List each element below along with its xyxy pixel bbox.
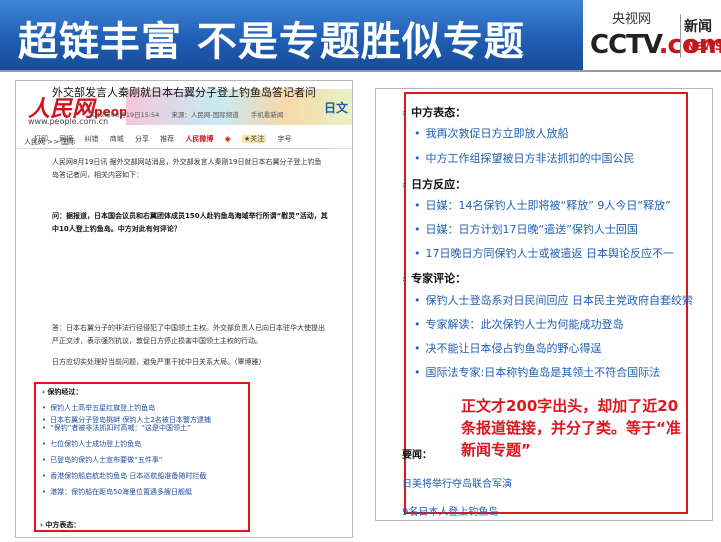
left-next-section: › 中方表态： <box>40 520 80 530</box>
section-title: 专家评论： <box>411 272 467 285</box>
list-item[interactable]: 保钓人士高举五星红旗登上钓鱼岛 <box>42 400 246 416</box>
toolbar-print[interactable]: 打印 <box>34 135 48 143</box>
toolbar-share[interactable]: 分享 <box>135 135 149 143</box>
yaowen-link[interactable]: 9名日本人登上钓鱼岛 <box>402 503 498 518</box>
article-paragraph-1: 人民网8月19日讯 据外交部网站消息，外交部发言人秦刚19日就日本右翼分子登上钓… <box>52 158 322 179</box>
right-section-title: › 中方表态： <box>402 104 466 120</box>
article-meta: 2012年08月19日15:54 来源：人民网-国际频道 手机看新闻 <box>88 109 293 119</box>
cctv-logo-xinwen: 新闻 <box>684 19 712 35</box>
toolbar-follow[interactable]: ★关注 <box>241 135 267 143</box>
toolbar-recommend[interactable]: 推荐 <box>160 135 174 143</box>
left-related-list: › 保钓经过： 保钓人士高举五星红旗登上钓鱼岛 日本右翼分子登岛挑衅 保钓人士2… <box>42 384 246 500</box>
cctv-logo-news: NEWS <box>686 40 721 53</box>
chevron-right-icon: › <box>402 180 407 191</box>
title-bar: 超链丰富 不是专题胜似专题 <box>0 0 583 70</box>
yaowen-link[interactable]: 日美将举行夺岛联合军演 <box>402 475 512 490</box>
weibo-icon[interactable]: ◉ <box>225 135 231 143</box>
right-list-item[interactable]: 我再次敦促日方立即放人放船 <box>414 125 569 141</box>
article-toolbar: 打印 网摘 纠错 商城 分享 推荐 人民微博 ◉ ★关注 字号 <box>34 134 301 144</box>
right-list-item[interactable]: 国际法专家:日本称钓鱼岛是其领土不符合国际法 <box>414 364 661 380</box>
meta-date: 2012年08月19日15:54 <box>88 111 160 119</box>
list-item[interactable]: 港媒：保钓船在距岛50海里位置遇多艘日舰艇 <box>42 484 246 500</box>
list-item[interactable]: 已登岛的保钓人士宣布要做“五件事” <box>42 452 246 468</box>
next-section-title: 中方表态： <box>45 521 81 529</box>
meta-source[interactable]: 来源：人民网-国际频道 <box>171 111 238 119</box>
list-title: 保钓经过： <box>47 388 83 396</box>
toolbar-correct[interactable]: 纠错 <box>84 135 98 143</box>
banner-text: 日文 <box>323 101 348 115</box>
right-list-item[interactable]: 决不能让日本侵占钓鱼岛的野心得逞 <box>414 340 602 356</box>
header-divider <box>0 70 721 72</box>
toolbar-fontsize[interactable]: 字号 <box>278 135 292 143</box>
section-title: 日方反应： <box>411 178 467 191</box>
right-list-item[interactable]: 保钓人士登岛系对日民间回应 日本民主党政府自套绞索 <box>414 292 694 308</box>
list-item[interactable]: 七位保钓人士成功登上钓鱼岛 <box>42 436 246 452</box>
right-section-title: › 日方反应： <box>402 176 466 192</box>
yaowen-label: 要闻： <box>402 450 432 461</box>
right-list-item[interactable]: 17日晚日方同保钓人士或被遣返 日本舆论反应不一 <box>414 245 675 261</box>
toolbar-shop[interactable]: 商城 <box>110 135 124 143</box>
slide-title: 超链丰富 不是专题胜似专题 <box>18 19 525 65</box>
right-list-item[interactable]: 专家解读：此次保钓人士为何能成功登岛 <box>414 316 624 332</box>
article-paragraph-4: 日方应切实处理好当前问题，避免严重干扰中日关系大局。（覃博雅） <box>52 358 266 366</box>
chevron-right-icon: › <box>402 108 407 119</box>
chevron-right-icon: › <box>402 274 407 285</box>
annotation-note: 正文才200字出头，却加了近20条报道链接，并分了类。等于“准新闻专题” <box>461 397 681 459</box>
meta-mobile[interactable]: 手机看新闻 <box>251 111 284 119</box>
right-section-title: › 专家评论： <box>402 270 466 286</box>
toolbar-bookmark[interactable]: 网摘 <box>59 135 73 143</box>
right-list-item[interactable]: 中方工作组探望被日方非法抓扣的中国公民 <box>414 150 635 166</box>
article-paragraph-2: 问：据报道，日本国会议员和右翼团体成员150人赴钓鱼岛海域举行所谓“慰灵”活动，… <box>52 212 328 233</box>
cctv-logo-cctv: CCTV <box>590 30 660 60</box>
cctv-logo-top: 央视网 <box>612 12 652 27</box>
article-headline: 外交部发言人秦刚就日本右翼分子登上钓鱼岛答记者问 <box>52 86 316 99</box>
list-item[interactable]: 香港保钓船启航赴钓鱼岛 日本巡航船准备随时拦截 <box>42 468 246 484</box>
cctv-news-logo: 央视网 CCTV.com 新闻 NEWS <box>588 4 721 66</box>
toolbar-weibo[interactable]: 人民微博 <box>185 135 213 143</box>
section-title: 中方表态： <box>411 106 467 119</box>
slide-header: 超链丰富 不是专题胜似专题 央视网 CCTV.com 新闻 NEWS <box>0 0 721 72</box>
right-list-item[interactable]: 日媒：日方计划17日晚“遣送”保钓人士回国 <box>414 221 638 237</box>
right-list-item[interactable]: 日媒：14名保钓人士即将被“释放” 9人今日“释放” <box>414 197 671 213</box>
list-item[interactable]: “保钓”者被非法抓扣时高喊：“这是中国领土” <box>42 420 246 436</box>
list-section-title: › 保钓经过： <box>42 384 246 400</box>
logo-divider <box>680 14 681 58</box>
article-paragraph-3: 答：日本右翼分子的非法行径侵犯了中国领土主权。外交部负责人已向日本驻华大使提出严… <box>52 324 325 345</box>
toolbar-divider <box>32 148 332 149</box>
